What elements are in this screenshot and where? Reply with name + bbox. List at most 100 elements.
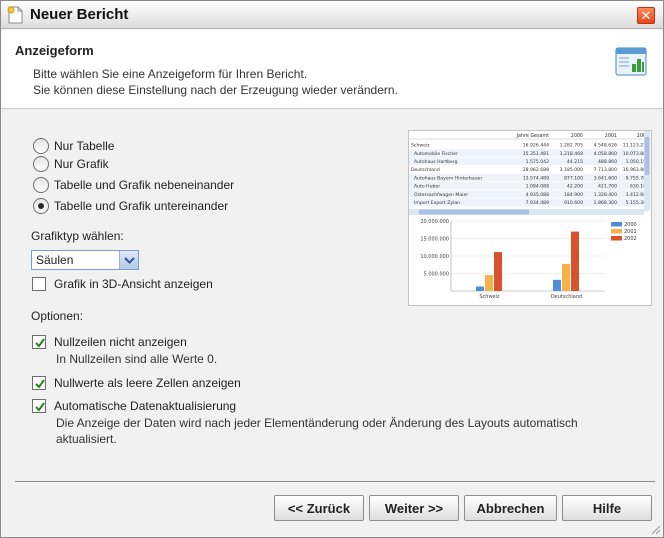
preview-y-tick: 15.000.000 (420, 237, 449, 243)
preview-table-cell: 1.868.300 (594, 200, 617, 206)
checkbox-label: Nullzeilen nicht anzeigen (54, 335, 187, 349)
preview-table-cell: Automobile Fischer (414, 151, 458, 157)
options-label: Optionen: (31, 309, 84, 323)
preview-legend-swatch (611, 229, 622, 234)
preview-y-tick: 10.000.000 (420, 254, 449, 260)
dialog-window: Neuer Bericht ✕ Anzeigeform Bitte wählen… (0, 0, 664, 538)
preview-y-tick: 20.000.000 (420, 219, 449, 225)
close-button[interactable]: ✕ (637, 7, 655, 24)
preview-legend-swatch (611, 222, 622, 227)
preview-table-cell: 7.713.800 (594, 167, 617, 173)
preview-legend-label: 2002 (624, 236, 637, 242)
preview-table-cell: 4.058.860 (594, 151, 617, 157)
chart-type-label: Grafiktyp wählen: (31, 229, 124, 243)
preview-table-cell: 1.094.088 (526, 184, 549, 190)
preview-table-header: Jahre Gesamt (516, 133, 550, 139)
preview-table-cell: 7.934.489 (526, 200, 549, 206)
preview-y-tick: 5.000.000 (424, 272, 449, 278)
preview-table-cell: 488.860 (598, 159, 617, 165)
checkbox-checked[interactable] (32, 335, 46, 349)
section-title: Anzeigeform (15, 43, 94, 58)
auto-update-description-2: aktualisiert. (56, 432, 117, 446)
preview-table-cell: 13.574.489 (523, 175, 549, 181)
preview-table-cell: 44.215 (567, 159, 583, 165)
preview-table-cell: Deutschland (411, 167, 440, 173)
radio-label: Tabelle und Grafik nebeneinander (54, 178, 235, 192)
preview-bar-deutschland-2001 (562, 264, 570, 291)
preview-table-cell: 421.700 (598, 184, 617, 190)
preview-table-cell: Schweiz (411, 143, 430, 149)
radio-label: Tabelle und Grafik untereinander (54, 199, 229, 213)
new-document-icon (7, 6, 23, 24)
window-title: Neuer Bericht (30, 6, 129, 23)
preview-table-cell: 1.575.042 (526, 159, 549, 165)
preview-table-header: 2001 (605, 133, 617, 139)
preview-legend-label: 2001 (624, 229, 637, 235)
chart-table-icon (615, 47, 647, 76)
header-description-2: Sie können diese Einstellung nach der Er… (33, 83, 398, 97)
footer-divider (15, 481, 655, 482)
radio-button[interactable] (33, 138, 49, 154)
checkbox-label: Nullwerte als leere Zellen anzeigen (54, 376, 241, 390)
null-rows-description: In Nullzeilen sind alle Werte 0. (56, 352, 218, 366)
preview-table-cell: 4.935.088 (526, 192, 549, 198)
preview-table-cell: 1.218.468 (560, 151, 583, 157)
preview-table-cell: 3.185.000 (560, 167, 583, 173)
preview-table-cell: Ostersachfwagen Maier (414, 192, 468, 198)
checkbox-checked[interactable] (32, 399, 46, 413)
checkbox-checked[interactable] (32, 376, 46, 390)
preview-x-tick: Schweiz (479, 294, 500, 300)
chart-type-select[interactable]: Säulen (31, 250, 139, 270)
preview-table-cell: 1.328.400 (594, 192, 617, 198)
radio-button[interactable] (33, 156, 49, 172)
chart-type-value: Säulen (36, 253, 74, 267)
resize-grip-icon[interactable] (649, 523, 661, 535)
checkbox-label: Grafik in 3D-Ansicht anzeigen (54, 277, 213, 291)
title-bar: Neuer Bericht ✕ (1, 1, 663, 29)
close-icon: ✕ (640, 8, 652, 23)
auto-update-description: Die Anzeige der Daten wird nach jeder El… (56, 416, 578, 430)
preview-bar-schweiz-2000 (476, 286, 484, 291)
radio-label: Nur Tabelle (54, 139, 115, 153)
preview-table-cell: 3.641.600 (594, 175, 617, 181)
back-button[interactable]: << Zurück (274, 495, 364, 521)
header-description: Bitte wählen Sie eine Anzeigeform für Ih… (33, 67, 308, 81)
checkbox[interactable] (32, 277, 46, 291)
preview-table-cell: 910.600 (564, 200, 583, 206)
preview-bar-schweiz-2002 (494, 252, 502, 291)
layout-preview: Jahre Gesamt 2000 2001 2002 Schweiz 16.926.44… (408, 130, 652, 306)
preview-table-cell: 28.962.688 (523, 167, 549, 173)
preview-x-tick: Deutschland (551, 294, 582, 300)
preview-hscroll-thumb (419, 209, 529, 215)
preview-table-cell: Autohaus Hartberg (414, 159, 458, 165)
checkmark-icon (35, 379, 45, 389)
preview-bar-deutschland-2002 (571, 231, 579, 291)
preview-legend-swatch (611, 236, 622, 241)
radio-label: Nur Grafik (54, 157, 109, 171)
preview-table-header: 2000 (571, 133, 583, 139)
preview-legend-label: 2000 (624, 222, 637, 228)
next-button[interactable]: Weiter >> (369, 495, 459, 521)
preview-table-cell: 42.200 (567, 184, 583, 190)
preview-table-cell: Autohaus Bayern Hinterbauer (414, 175, 482, 181)
radio-button-selected[interactable] (33, 198, 49, 214)
checkmark-icon (35, 402, 45, 412)
preview-bar-deutschland-2000 (553, 279, 561, 291)
preview-bar-schweiz-2001 (485, 275, 493, 291)
preview-table-cell: 4.548.626 (594, 143, 617, 149)
preview-table-cell: 15.351.481 (523, 151, 549, 157)
dropdown-button[interactable] (119, 251, 138, 269)
checkbox-label: Automatische Datenaktualisierung (54, 399, 237, 413)
preview-table-cell: Import Export Zylan (414, 200, 460, 206)
header-panel: Anzeigeform Bitte wählen Sie eine Anzeig… (1, 30, 663, 109)
checkmark-icon (35, 338, 45, 348)
radio-button[interactable] (33, 177, 49, 193)
preview-table-cell: Auto Huber (414, 184, 440, 190)
help-button[interactable]: Hilfe (562, 495, 652, 521)
chevron-down-icon (124, 257, 135, 265)
preview-graphic: Jahre Gesamt 2000 2001 2002Schweiz 16.926.44… (409, 131, 651, 300)
preview-table-cell: 16.926.444 (523, 143, 549, 149)
cancel-button[interactable]: Abbrechen (464, 495, 557, 521)
preview-table-cell: 1.282.705 (560, 143, 583, 149)
preview-table-cell: 877.100 (564, 175, 583, 181)
